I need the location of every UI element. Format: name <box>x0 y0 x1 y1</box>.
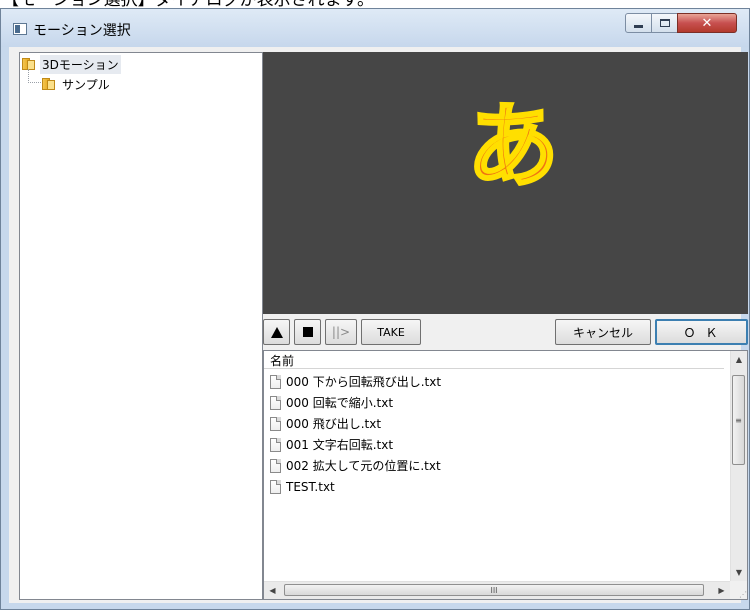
list-item[interactable]: TEST.txt <box>270 476 441 497</box>
text-file-icon <box>270 437 281 452</box>
window-title: モーション選択 <box>33 23 131 39</box>
file-name: TEST.txt <box>286 479 335 494</box>
vertical-scroll-thumb[interactable]: ≡ <box>732 375 745 465</box>
text-file-icon <box>270 479 281 494</box>
take-button[interactable]: TAKE <box>361 319 421 345</box>
list-item[interactable]: 000 回転で縮小.txt <box>270 392 441 413</box>
maximize-icon <box>659 19 670 27</box>
motion-file-list[interactable]: 名前 000 下から回転飛び出し.txt 000 回転で縮小.txt 000 飛… <box>263 350 748 600</box>
stop-button[interactable] <box>294 319 321 345</box>
list-item[interactable]: 000 飛び出し.txt <box>270 413 441 434</box>
text-file-icon <box>270 458 281 473</box>
horizontal-scrollbar[interactable]: ◀ III ▶ <box>264 581 730 599</box>
scroll-down-icon[interactable]: ▼ <box>731 564 747 581</box>
motion-select-dialog: モーション選択 ✕ 3Dモーション サンプル あ ||> TAKE キャンセル … <box>0 8 750 610</box>
cancel-button[interactable]: キャンセル <box>555 319 651 345</box>
scroll-left-icon[interactable]: ◀ <box>264 582 281 599</box>
file-name: 000 下から回転飛び出し.txt <box>286 375 442 389</box>
text-file-icon <box>270 395 281 410</box>
preview-character: あ <box>465 92 560 202</box>
file-name: 002 拡大して元の位置に.txt <box>286 459 441 473</box>
file-name: 000 回転で縮小.txt <box>286 396 394 410</box>
stop-icon <box>302 327 313 337</box>
minimize-icon <box>634 25 643 28</box>
list-column-header[interactable]: 名前 <box>264 351 724 369</box>
close-icon: ✕ <box>701 15 713 31</box>
tree-node-label: サンプル <box>62 77 110 92</box>
folder-tree[interactable]: 3Dモーション サンプル <box>19 52 263 600</box>
minimize-button[interactable] <box>625 13 652 33</box>
tree-node-label: 3Dモーション <box>40 54 121 74</box>
dialog-client-area: 3Dモーション サンプル あ ||> TAKE キャンセル ＯＫ 名前 000 … <box>9 47 748 603</box>
list-item[interactable]: 000 下から回転飛び出し.txt <box>270 371 441 392</box>
step-button[interactable]: ||> <box>325 319 357 345</box>
play-button[interactable] <box>263 319 290 345</box>
scroll-up-icon[interactable]: ▲ <box>731 351 747 368</box>
file-rows: 000 下から回転飛び出し.txt 000 回転で縮小.txt 000 飛び出し… <box>270 371 441 497</box>
ok-button[interactable]: ＯＫ <box>655 319 748 345</box>
close-button[interactable]: ✕ <box>677 13 737 33</box>
scroll-right-icon[interactable]: ▶ <box>713 582 730 599</box>
tree-node-sample[interactable]: サンプル <box>42 75 112 93</box>
motion-preview-panel: あ <box>263 52 748 314</box>
list-item[interactable]: 001 文字右回転.txt <box>270 434 441 455</box>
play-icon <box>270 326 283 338</box>
vertical-scrollbar[interactable]: ▲ ≡ ▼ <box>730 351 747 581</box>
text-file-icon <box>270 416 281 431</box>
column-header-name: 名前 <box>270 354 295 368</box>
resize-grip-icon[interactable]: ⋰ <box>730 581 747 599</box>
tree-connector-line <box>28 69 41 83</box>
folder-icon <box>42 78 55 90</box>
horizontal-scroll-thumb[interactable]: III <box>284 584 704 596</box>
file-name: 000 飛び出し.txt <box>286 417 382 431</box>
window-app-icon <box>13 23 27 35</box>
file-name: 001 文字右回転.txt <box>286 438 394 452</box>
title-bar[interactable]: モーション選択 ✕ <box>1 9 749 47</box>
list-item[interactable]: 002 拡大して元の位置に.txt <box>270 455 441 476</box>
text-file-icon <box>270 374 281 389</box>
maximize-button[interactable] <box>651 13 678 33</box>
